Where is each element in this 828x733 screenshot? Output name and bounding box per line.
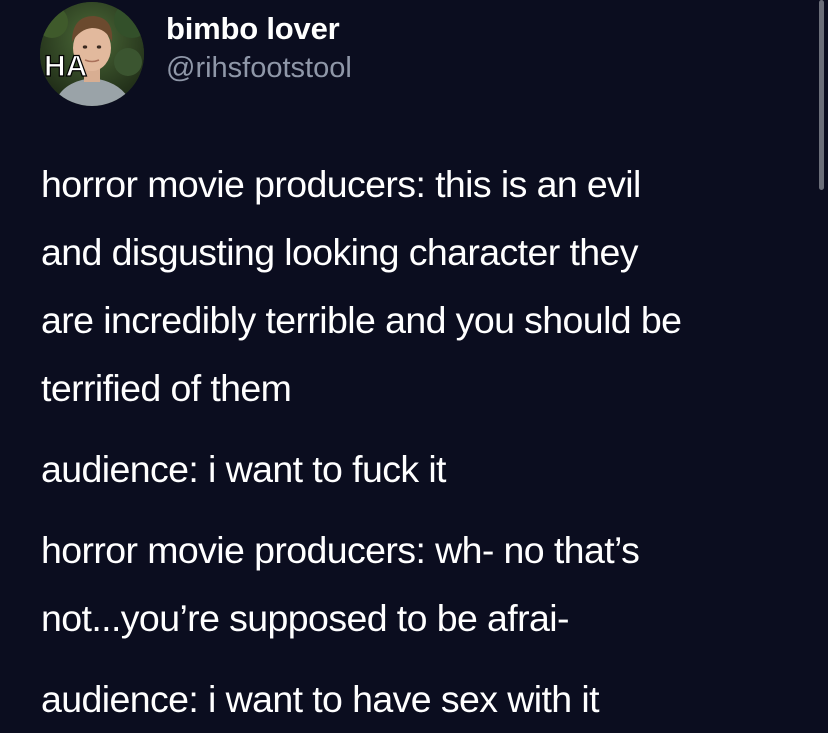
tweet-paragraph: audience: i want to fuck it [41,435,811,503]
tweet-text: horror movie producers: this is an evil … [41,150,811,733]
avatar[interactable]: HA [40,2,144,106]
tweet-line: audience: i want to fuck it [41,448,446,490]
tweet-paragraph: horror movie producers: wh- no that’s no… [41,516,811,652]
avatar-photo-icon: HA [40,2,144,106]
tweet-line: are incredibly terrible and you should b… [41,299,682,341]
tweet-paragraph: audience: i want to have sex with it [41,665,811,733]
tweet-line: and disgusting looking character they [41,231,639,273]
tweet-line: not...you’re supposed to be afrai- [41,597,569,639]
tweet-line: horror movie producers: wh- no that’s [41,529,640,571]
tweet-line: horror movie producers: this is an evil [41,163,641,205]
avatar-overlay-text: HA [44,50,87,83]
tweet-line: terrified of them [41,367,292,409]
handle[interactable]: @rihsfootstool [166,50,352,86]
tweet: HA bimbo lover @rihsfootstool horror mov… [0,0,828,721]
author-names: bimbo lover @rihsfootstool [166,2,352,86]
tweet-paragraph: horror movie producers: this is an evil … [41,150,811,422]
scrollbar[interactable] [819,0,824,190]
tweet-header: HA bimbo lover @rihsfootstool [40,2,352,106]
tweet-line: audience: i want to have sex with it [41,678,600,720]
display-name[interactable]: bimbo lover [166,10,352,48]
